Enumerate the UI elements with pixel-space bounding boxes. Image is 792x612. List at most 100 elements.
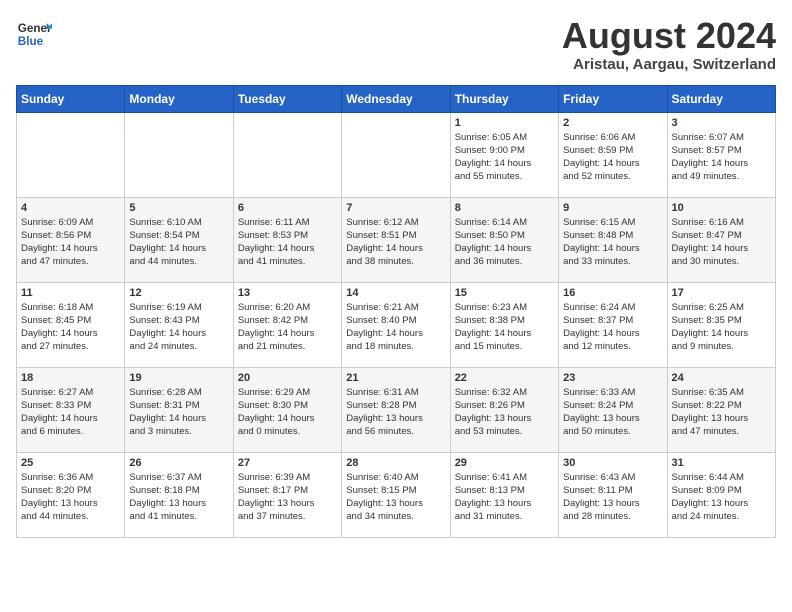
day-info: Sunrise: 6:06 AM Sunset: 8:59 PM Dayligh…	[563, 131, 662, 184]
calendar-cell	[125, 112, 233, 197]
day-info: Sunrise: 6:35 AM Sunset: 8:22 PM Dayligh…	[672, 386, 771, 439]
calendar-cell: 15Sunrise: 6:23 AM Sunset: 8:38 PM Dayli…	[450, 282, 558, 367]
logo: General Blue	[16, 16, 52, 52]
calendar-cell: 20 Sunrise: 6:29 AM Sunset: 8:30 PM Dayli…	[233, 367, 341, 452]
day-info: Sunrise: 6:16 AM Sunset: 8:47 PM Dayligh…	[672, 216, 771, 269]
day-number: 1	[455, 117, 554, 129]
page-header: General Blue August 2024 Aristau, Aargau…	[16, 16, 776, 73]
day-info: Sunrise: 6:31 AM Sunset: 8:28 PM Dayligh…	[346, 386, 445, 439]
day-number: 12	[129, 287, 228, 299]
day-info: Sunrise: 6:37 AM Sunset: 8:18 PM Dayligh…	[129, 471, 228, 524]
calendar-cell	[17, 112, 125, 197]
day-info: Sunrise: 6:20 AM Sunset: 8:42 PM Dayligh…	[238, 301, 337, 354]
day-info: Sunrise: 6:44 AM Sunset: 8:09 PM Dayligh…	[672, 471, 771, 524]
calendar-cell: 21 Sunrise: 6:31 AM Sunset: 8:28 PM Dayli…	[342, 367, 450, 452]
calendar-cell: 13 Sunrise: 6:20 AM Sunset: 8:42 PM Dayli…	[233, 282, 341, 367]
calendar-cell: 30 Sunrise: 6:43 AM Sunset: 8:11 PM Dayli…	[559, 452, 667, 537]
day-number: 15	[455, 287, 554, 299]
day-info: Sunrise: 6:09 AM Sunset: 8:56 PM Dayligh…	[21, 216, 120, 269]
calendar-cell: 7Sunrise: 6:12 AM Sunset: 8:51 PM Daylig…	[342, 197, 450, 282]
calendar-table: SundayMondayTuesdayWednesdayThursdayFrid…	[16, 85, 776, 538]
day-info: Sunrise: 6:14 AM Sunset: 8:50 PM Dayligh…	[455, 216, 554, 269]
calendar-cell: 4 Sunrise: 6:09 AM Sunset: 8:56 PM Daylig…	[17, 197, 125, 282]
day-number: 13	[238, 287, 337, 299]
day-info: Sunrise: 6:11 AM Sunset: 8:53 PM Dayligh…	[238, 216, 337, 269]
calendar-cell: 27 Sunrise: 6:39 AM Sunset: 8:17 PM Dayli…	[233, 452, 341, 537]
calendar-week-row: 4 Sunrise: 6:09 AM Sunset: 8:56 PM Daylig…	[17, 197, 776, 282]
calendar-week-row: 11 Sunrise: 6:18 AM Sunset: 8:45 PM Dayli…	[17, 282, 776, 367]
calendar-cell: 29 Sunrise: 6:41 AM Sunset: 8:13 PM Dayli…	[450, 452, 558, 537]
weekday-header: Thursday	[450, 85, 558, 112]
calendar-week-row: 18 Sunrise: 6:27 AM Sunset: 8:33 PM Dayli…	[17, 367, 776, 452]
calendar-cell: 26 Sunrise: 6:37 AM Sunset: 8:18 PM Dayli…	[125, 452, 233, 537]
weekday-header: Monday	[125, 85, 233, 112]
calendar-cell: 11 Sunrise: 6:18 AM Sunset: 8:45 PM Dayli…	[17, 282, 125, 367]
day-number: 4	[21, 202, 120, 214]
month-title: August 2024	[562, 16, 776, 56]
day-number: 29	[455, 457, 554, 469]
day-number: 24	[672, 372, 771, 384]
day-number: 5	[129, 202, 228, 214]
calendar-cell: 8 Sunrise: 6:14 AM Sunset: 8:50 PM Daylig…	[450, 197, 558, 282]
day-number: 26	[129, 457, 228, 469]
day-info: Sunrise: 6:28 AM Sunset: 8:31 PM Dayligh…	[129, 386, 228, 439]
day-number: 11	[21, 287, 120, 299]
weekday-header: Friday	[559, 85, 667, 112]
calendar-cell: 10 Sunrise: 6:16 AM Sunset: 8:47 PM Dayli…	[667, 197, 775, 282]
calendar-cell: 25Sunrise: 6:36 AM Sunset: 8:20 PM Dayli…	[17, 452, 125, 537]
day-number: 6	[238, 202, 337, 214]
day-info: Sunrise: 6:33 AM Sunset: 8:24 PM Dayligh…	[563, 386, 662, 439]
day-info: Sunrise: 6:41 AM Sunset: 8:13 PM Dayligh…	[455, 471, 554, 524]
day-number: 17	[672, 287, 771, 299]
calendar-cell	[233, 112, 341, 197]
day-number: 16	[563, 287, 662, 299]
calendar-cell: 12 Sunrise: 6:19 AM Sunset: 8:43 PM Dayli…	[125, 282, 233, 367]
day-info: Sunrise: 6:24 AM Sunset: 8:37 PM Dayligh…	[563, 301, 662, 354]
calendar-cell: 24 Sunrise: 6:35 AM Sunset: 8:22 PM Dayli…	[667, 367, 775, 452]
calendar-cell	[342, 112, 450, 197]
day-number: 2	[563, 117, 662, 129]
day-info: Sunrise: 6:07 AM Sunset: 8:57 PM Dayligh…	[672, 131, 771, 184]
title-block: August 2024 Aristau, Aargau, Switzerland	[562, 16, 776, 73]
calendar-cell: 31 Sunrise: 6:44 AM Sunset: 8:09 PM Dayli…	[667, 452, 775, 537]
day-info: Sunrise: 6:43 AM Sunset: 8:11 PM Dayligh…	[563, 471, 662, 524]
day-number: 27	[238, 457, 337, 469]
day-number: 20	[238, 372, 337, 384]
calendar-cell: 5 Sunrise: 6:10 AM Sunset: 8:54 PM Daylig…	[125, 197, 233, 282]
day-number: 30	[563, 457, 662, 469]
calendar-cell: 17 Sunrise: 6:25 AM Sunset: 8:35 PM Dayli…	[667, 282, 775, 367]
calendar-cell: 3 Sunrise: 6:07 AM Sunset: 8:57 PM Daylig…	[667, 112, 775, 197]
day-number: 3	[672, 117, 771, 129]
calendar-week-row: 1Sunrise: 6:05 AM Sunset: 9:00 PM Daylig…	[17, 112, 776, 197]
calendar-cell: 6 Sunrise: 6:11 AM Sunset: 8:53 PM Daylig…	[233, 197, 341, 282]
day-number: 8	[455, 202, 554, 214]
day-number: 22	[455, 372, 554, 384]
day-info: Sunrise: 6:40 AM Sunset: 8:15 PM Dayligh…	[346, 471, 445, 524]
svg-text:Blue: Blue	[18, 35, 44, 48]
day-info: Sunrise: 6:10 AM Sunset: 8:54 PM Dayligh…	[129, 216, 228, 269]
calendar-cell: 1Sunrise: 6:05 AM Sunset: 9:00 PM Daylig…	[450, 112, 558, 197]
location: Aristau, Aargau, Switzerland	[562, 56, 776, 73]
day-info: Sunrise: 6:18 AM Sunset: 8:45 PM Dayligh…	[21, 301, 120, 354]
day-number: 23	[563, 372, 662, 384]
day-info: Sunrise: 6:32 AM Sunset: 8:26 PM Dayligh…	[455, 386, 554, 439]
day-info: Sunrise: 6:19 AM Sunset: 8:43 PM Dayligh…	[129, 301, 228, 354]
weekday-header: Wednesday	[342, 85, 450, 112]
day-info: Sunrise: 6:27 AM Sunset: 8:33 PM Dayligh…	[21, 386, 120, 439]
day-number: 18	[21, 372, 120, 384]
calendar-cell: 23 Sunrise: 6:33 AM Sunset: 8:24 PM Dayli…	[559, 367, 667, 452]
weekday-header: Saturday	[667, 85, 775, 112]
day-info: Sunrise: 6:21 AM Sunset: 8:40 PM Dayligh…	[346, 301, 445, 354]
calendar-header: SundayMondayTuesdayWednesdayThursdayFrid…	[17, 85, 776, 112]
day-number: 31	[672, 457, 771, 469]
calendar-cell: 2 Sunrise: 6:06 AM Sunset: 8:59 PM Daylig…	[559, 112, 667, 197]
calendar-cell: 22 Sunrise: 6:32 AM Sunset: 8:26 PM Dayli…	[450, 367, 558, 452]
day-info: Sunrise: 6:39 AM Sunset: 8:17 PM Dayligh…	[238, 471, 337, 524]
calendar-cell: 14Sunrise: 6:21 AM Sunset: 8:40 PM Dayli…	[342, 282, 450, 367]
weekday-header: Sunday	[17, 85, 125, 112]
day-info: Sunrise: 6:29 AM Sunset: 8:30 PM Dayligh…	[238, 386, 337, 439]
day-info: Sunrise: 6:25 AM Sunset: 8:35 PM Dayligh…	[672, 301, 771, 354]
calendar-week-row: 25Sunrise: 6:36 AM Sunset: 8:20 PM Dayli…	[17, 452, 776, 537]
day-number: 10	[672, 202, 771, 214]
day-number: 21	[346, 372, 445, 384]
